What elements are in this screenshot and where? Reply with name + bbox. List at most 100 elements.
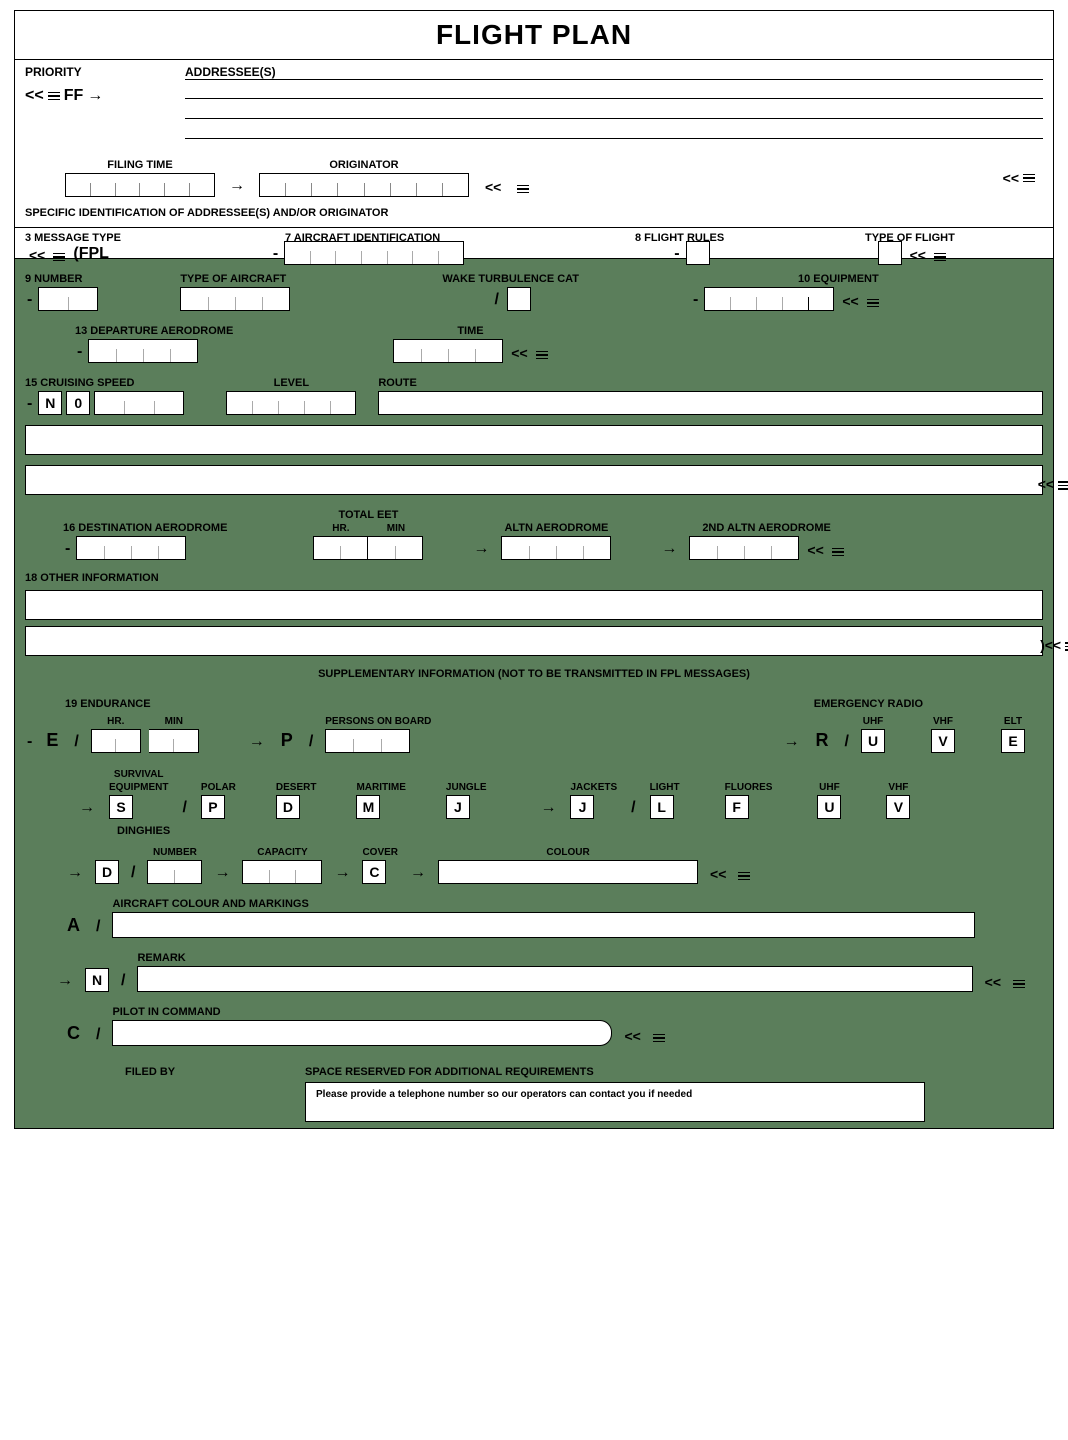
eet-hr-input[interactable] (313, 536, 368, 560)
label-total-eet: TOTAL EET (313, 509, 423, 521)
label-min: MIN (149, 716, 199, 727)
hamburger-icon (517, 185, 529, 194)
label-wtc: WAKE TURBULENCE CAT (442, 273, 579, 285)
addressee-line-2[interactable] (185, 99, 1043, 119)
hamburger-icon (1058, 481, 1068, 490)
aircraft-colour-input[interactable] (112, 912, 975, 938)
label-15-cs: 15 CRUISING SPEED (25, 377, 184, 389)
letter-e: E (46, 730, 58, 751)
arrow-icon: → (67, 864, 83, 882)
box-c[interactable]: C (362, 860, 386, 884)
box-p[interactable]: P (201, 795, 225, 819)
hamburger-icon (53, 253, 65, 262)
label-equipment: EQUIPMENT (109, 782, 168, 793)
box-d[interactable]: D (276, 795, 300, 819)
dash: - (674, 245, 679, 263)
originator-input[interactable] (259, 173, 469, 197)
label-hr: HR. (313, 523, 368, 534)
box-v[interactable]: V (931, 729, 955, 753)
label-space-reserved: SPACE RESERVED FOR ADDITIONAL REQUIREMEN… (305, 1066, 925, 1078)
flight-rules-input[interactable] (686, 241, 710, 265)
additional-requirements-box[interactable]: Please provide a telephone number so our… (305, 1082, 925, 1122)
label-route: ROUTE (378, 377, 1043, 389)
filing-time-label: FILING TIME (65, 159, 215, 171)
label-level: LEVEL (226, 377, 356, 389)
arrow-icon: → (229, 177, 245, 195)
slash: / (494, 291, 498, 309)
tel-hint: Please provide a telephone number so our… (316, 1089, 692, 1100)
route-input-3[interactable]: << (25, 465, 1043, 495)
label-uhf: UHF (861, 716, 885, 727)
other-info-2[interactable]: )<< (25, 626, 1043, 656)
addressee-line-1[interactable] (185, 79, 1043, 99)
ll-mark: << (710, 866, 726, 882)
label-number: NUMBER (147, 847, 202, 858)
altn-input[interactable] (501, 536, 611, 560)
letter-r: R (816, 730, 829, 751)
spec-id-label: SPECIFIC IDENTIFICATION OF ADDRESSEE(S) … (25, 207, 1043, 219)
box-s[interactable]: S (109, 795, 133, 819)
pilot-input[interactable] (112, 1020, 601, 1046)
dinghies-colour-input[interactable] (438, 860, 698, 884)
dinghies-capacity-input[interactable] (242, 860, 322, 884)
hamburger-icon (653, 1034, 665, 1043)
label-remark: REMARK (137, 952, 972, 964)
arrow-icon: → (410, 864, 426, 882)
box-j2[interactable]: J (570, 795, 594, 819)
equipment-input[interactable] (704, 287, 834, 311)
route-input-1[interactable] (378, 391, 1043, 415)
remark-input[interactable] (137, 966, 972, 992)
hamburger-icon (1013, 980, 1025, 989)
slash: / (845, 733, 849, 751)
flight-plan-form: FLIGHT PLAN PRIORITY << FF → ADDRESSEE(S… (14, 10, 1054, 1129)
altn2-input[interactable] (689, 536, 799, 560)
wtc-input[interactable] (507, 287, 531, 311)
box-l[interactable]: L (650, 795, 674, 819)
label-jackets: JACKETS (570, 782, 617, 793)
dep-aerodrome-input[interactable] (88, 339, 198, 363)
aircraft-id-input[interactable] (284, 241, 464, 265)
dash: - (273, 245, 278, 263)
filing-time-input[interactable] (65, 173, 215, 197)
dest-aerodrome-input[interactable] (76, 536, 186, 560)
label-vhf2: VHF (886, 782, 910, 793)
label-vhf: VHF (931, 716, 955, 727)
slash: / (631, 799, 635, 817)
arrow-icon: → (87, 87, 103, 105)
type-of-flight-input[interactable] (878, 241, 902, 265)
box-f[interactable]: F (725, 795, 749, 819)
box-n[interactable]: N (85, 968, 109, 992)
letter-a: A (67, 915, 80, 936)
other-info-1[interactable] (25, 590, 1043, 620)
slash: / (74, 733, 78, 751)
eet-min-input[interactable] (368, 536, 423, 560)
level-input[interactable] (226, 391, 356, 415)
label-19-endurance: 19 ENDURANCE (65, 698, 151, 710)
type-of-aircraft-input[interactable] (180, 287, 290, 311)
ll-mark: << (29, 247, 45, 263)
box-m[interactable]: M (356, 795, 380, 819)
ll-mark: << (910, 247, 926, 263)
pob-input[interactable] (325, 729, 410, 753)
box-u[interactable]: U (861, 729, 885, 753)
dep-time-input[interactable] (393, 339, 503, 363)
route-input-2[interactable] (25, 425, 1043, 455)
addressee-line-3[interactable] (185, 119, 1043, 139)
slash: / (96, 1026, 100, 1044)
cruising-speed-input[interactable] (94, 391, 184, 415)
box-e[interactable]: E (1001, 729, 1025, 753)
dinghies-number-input[interactable] (147, 860, 202, 884)
label-18-other: 18 OTHER INFORMATION (25, 572, 1043, 584)
arrow-icon: → (784, 733, 800, 751)
number-input[interactable] (38, 287, 98, 311)
box-d2[interactable]: D (95, 860, 119, 884)
box-v2[interactable]: V (886, 795, 910, 819)
label-capacity: CAPACITY (242, 847, 322, 858)
endurance-hr-input[interactable] (91, 729, 141, 753)
endurance-min-input[interactable] (149, 729, 199, 753)
page-title: FLIGHT PLAN (15, 11, 1053, 60)
dash: - (27, 291, 32, 309)
box-j[interactable]: J (446, 795, 470, 819)
box-u2[interactable]: U (817, 795, 841, 819)
ll-mark: << (511, 345, 527, 361)
